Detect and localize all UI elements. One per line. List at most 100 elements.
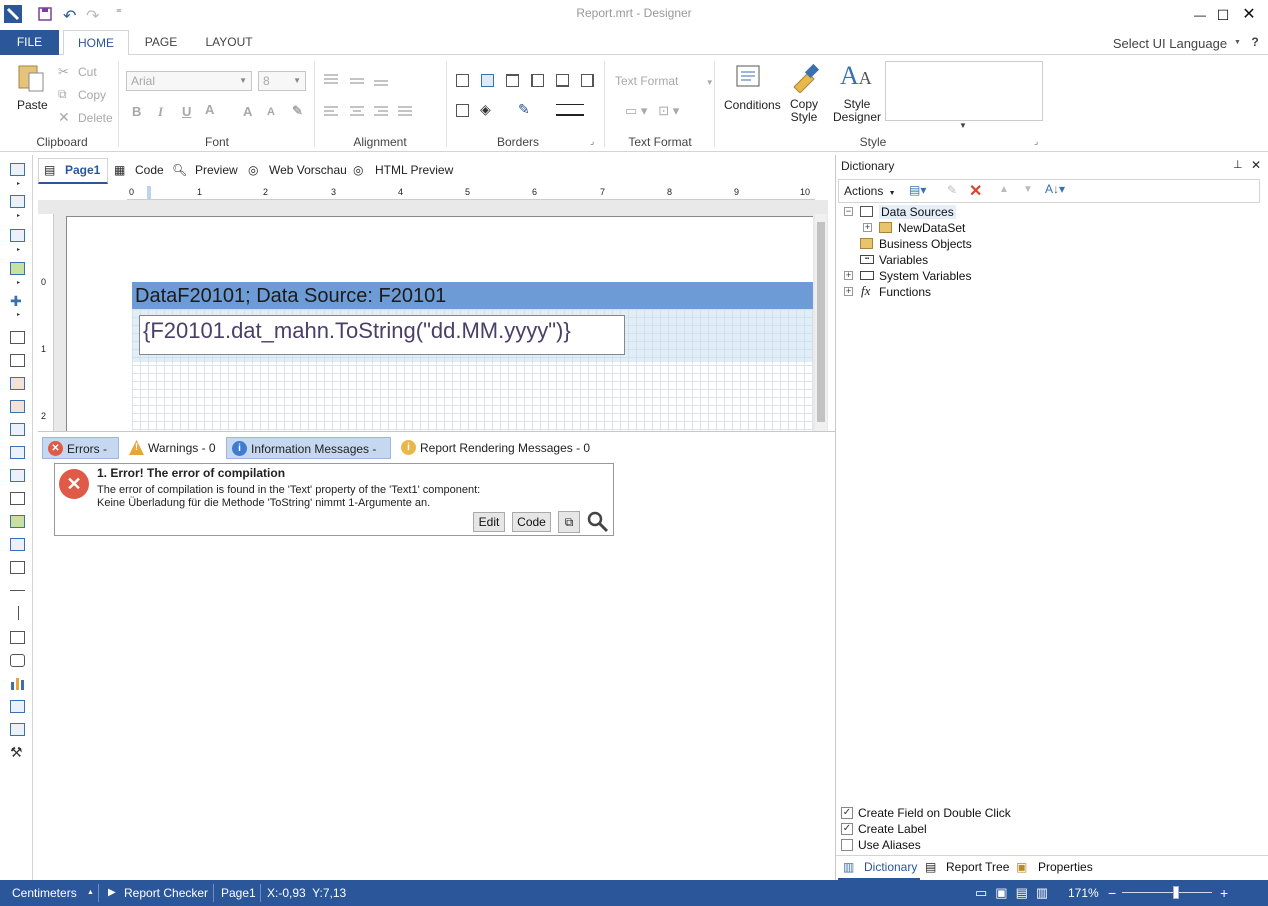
rounded-rectangle-tool-icon[interactable]	[10, 654, 25, 667]
expand-data-sources[interactable]: −	[844, 207, 853, 216]
shrink-font-button[interactable]: A	[267, 106, 275, 118]
tree-system-variables[interactable]: System Variables	[879, 269, 971, 283]
delete-item-icon[interactable]: ✕	[969, 181, 982, 201]
image-tool-icon[interactable]	[10, 262, 25, 275]
data-band-header[interactable]: DataF20101; Data Source: F20101	[132, 282, 813, 309]
bottom-tab-properties[interactable]: Properties	[1038, 860, 1093, 874]
dialog-launcher-icon[interactable]: ⌟	[1034, 136, 1038, 147]
paste-button[interactable]: Paste	[17, 98, 48, 112]
dialog-launcher-icon[interactable]: ⌟	[590, 136, 594, 147]
vertical-scrollbar[interactable]	[815, 214, 827, 431]
ui-language-select[interactable]: Select UI Language	[1108, 31, 1232, 56]
border-style-icon[interactable]	[556, 104, 584, 116]
actions-menu[interactable]: Actions ▼	[844, 184, 896, 198]
picture-tool-icon[interactable]	[10, 515, 25, 528]
panel-tool-icon[interactable]	[10, 469, 25, 482]
edit-button[interactable]: Edit	[473, 512, 505, 532]
page-header-tool-icon[interactable]	[10, 331, 25, 344]
sort-icon[interactable]: A↓▾	[1045, 182, 1065, 196]
footer-band-tool-icon[interactable]	[10, 446, 25, 459]
style-designer-button[interactable]: Style Designer	[833, 98, 881, 124]
minimize-button[interactable]: —	[1189, 4, 1211, 26]
view-mode-icons[interactable]: ▭▣▤▥	[975, 880, 1056, 906]
copy-button[interactable]: Copy	[78, 88, 106, 102]
zoom-slider-track[interactable]	[1122, 892, 1212, 893]
text-tool-icon[interactable]	[10, 377, 25, 390]
maximize-button[interactable]: ☐	[1212, 4, 1234, 26]
font-size-select[interactable]: 8 ▼	[258, 71, 306, 91]
border-right-icon[interactable]	[581, 74, 594, 87]
cross-tab-tool-icon[interactable]	[10, 723, 25, 736]
style-gallery[interactable]	[885, 61, 1043, 121]
zoom-slider-thumb[interactable]	[1173, 886, 1179, 899]
tab-information[interactable]: i Information Messages - 0	[226, 437, 391, 478]
units-select[interactable]: Centimeters	[12, 880, 77, 906]
tree-newdataset[interactable]: NewDataSet	[898, 221, 965, 235]
text-component[interactable]: {F20101.dat_mahn.ToString("dd.MM.yyyy")}	[139, 315, 625, 355]
move-down-icon[interactable]: ▼	[1023, 184, 1033, 195]
edit-item-icon[interactable]: ✎	[947, 183, 957, 197]
tree-business-objects[interactable]: Business Objects	[879, 237, 972, 251]
alignment-icons[interactable]	[322, 71, 442, 134]
border-none-icon[interactable]	[481, 74, 494, 87]
panel-close-icon[interactable]: ✕	[1251, 158, 1261, 172]
rich-text-tool-icon[interactable]	[10, 400, 25, 413]
table-tool-icon[interactable]	[10, 700, 25, 713]
cut-button[interactable]: Cut	[78, 65, 97, 79]
copy-icon[interactable]: ⧉	[558, 511, 580, 533]
subreport-tool-icon[interactable]	[10, 229, 25, 242]
text-box-tool-icon[interactable]	[10, 492, 25, 505]
zoom-out-button[interactable]: −	[1108, 880, 1116, 906]
tab-rendering-messages[interactable]: i Report Rendering Messages - 0	[396, 437, 596, 459]
magnifier-icon[interactable]	[586, 510, 610, 537]
tab-errors[interactable]: ✕ Errors - 1	[42, 437, 119, 478]
font-color-button[interactable]: A	[205, 102, 214, 117]
file-tab[interactable]: FILE	[0, 30, 59, 55]
tree-data-sources[interactable]: Data Sources	[879, 205, 956, 219]
tree-variables[interactable]: Variables	[879, 253, 928, 267]
tab-preview[interactable]: Preview	[195, 163, 238, 177]
tab-web-vorschau[interactable]: Web Vorschau	[269, 163, 347, 177]
grow-font-button[interactable]: A	[243, 104, 252, 119]
cross-band-tool-icon[interactable]	[10, 195, 25, 208]
zoom-in-button[interactable]: +	[1220, 880, 1228, 906]
use-aliases-checkbox[interactable]	[841, 839, 853, 851]
italic-button[interactable]: I	[158, 104, 163, 120]
help-button[interactable]: ?	[1248, 30, 1262, 55]
scrollbar-thumb[interactable]	[817, 222, 825, 422]
vertical-line-tool-icon[interactable]	[18, 606, 19, 620]
tab-html-preview[interactable]: HTML Preview	[375, 163, 453, 177]
pin-icon[interactable]: ⊥	[1233, 158, 1243, 171]
clear-format-icon[interactable]: ✎	[292, 103, 303, 119]
border-left-icon[interactable]	[531, 74, 544, 87]
expand-system-variables[interactable]: +	[844, 271, 853, 280]
border-all-icon[interactable]	[456, 74, 469, 87]
expand-functions[interactable]: +	[844, 287, 853, 296]
move-up-icon[interactable]: ▲	[999, 184, 1009, 195]
copy-style-button[interactable]: Copy Style	[790, 98, 818, 124]
chevron-down-icon[interactable]: ▼	[959, 121, 967, 130]
text-format-select[interactable]: Text Format ▼	[615, 74, 714, 88]
chart-tool-icon[interactable]	[10, 676, 26, 693]
format-icons[interactable]: ▭ ▾ ⊡ ▾	[625, 103, 679, 119]
border-box-icon[interactable]	[456, 104, 469, 117]
border-bottom-icon[interactable]	[556, 74, 569, 87]
tree-functions[interactable]: Functions	[879, 285, 931, 299]
tab-home[interactable]: HOME	[63, 30, 129, 56]
font-family-select[interactable]: Arial ▼	[126, 71, 252, 91]
horizontal-line-tool-icon[interactable]	[10, 590, 25, 591]
rectangle-tool-icon[interactable]	[10, 631, 25, 644]
create-label-checkbox[interactable]: ✓	[841, 823, 853, 835]
header-band-tool-icon[interactable]	[10, 423, 25, 436]
bottom-tab-dictionary[interactable]: Dictionary	[864, 860, 917, 874]
tab-code[interactable]: Code	[135, 163, 164, 177]
tab-page[interactable]: PAGE	[135, 30, 187, 55]
error-message-card[interactable]: ✕ 1. Error! The error of compilation The…	[54, 463, 614, 536]
code-button[interactable]: Code	[512, 512, 551, 532]
new-item-icon[interactable]: ▤▾	[909, 183, 926, 197]
border-top-icon[interactable]	[506, 74, 519, 87]
expand-newdataset[interactable]: +	[863, 223, 872, 232]
fill-color-icon[interactable]: ◈	[480, 101, 491, 118]
tools-icon[interactable]: ⚒	[10, 744, 23, 761]
report-title-tool-icon[interactable]	[10, 354, 25, 367]
